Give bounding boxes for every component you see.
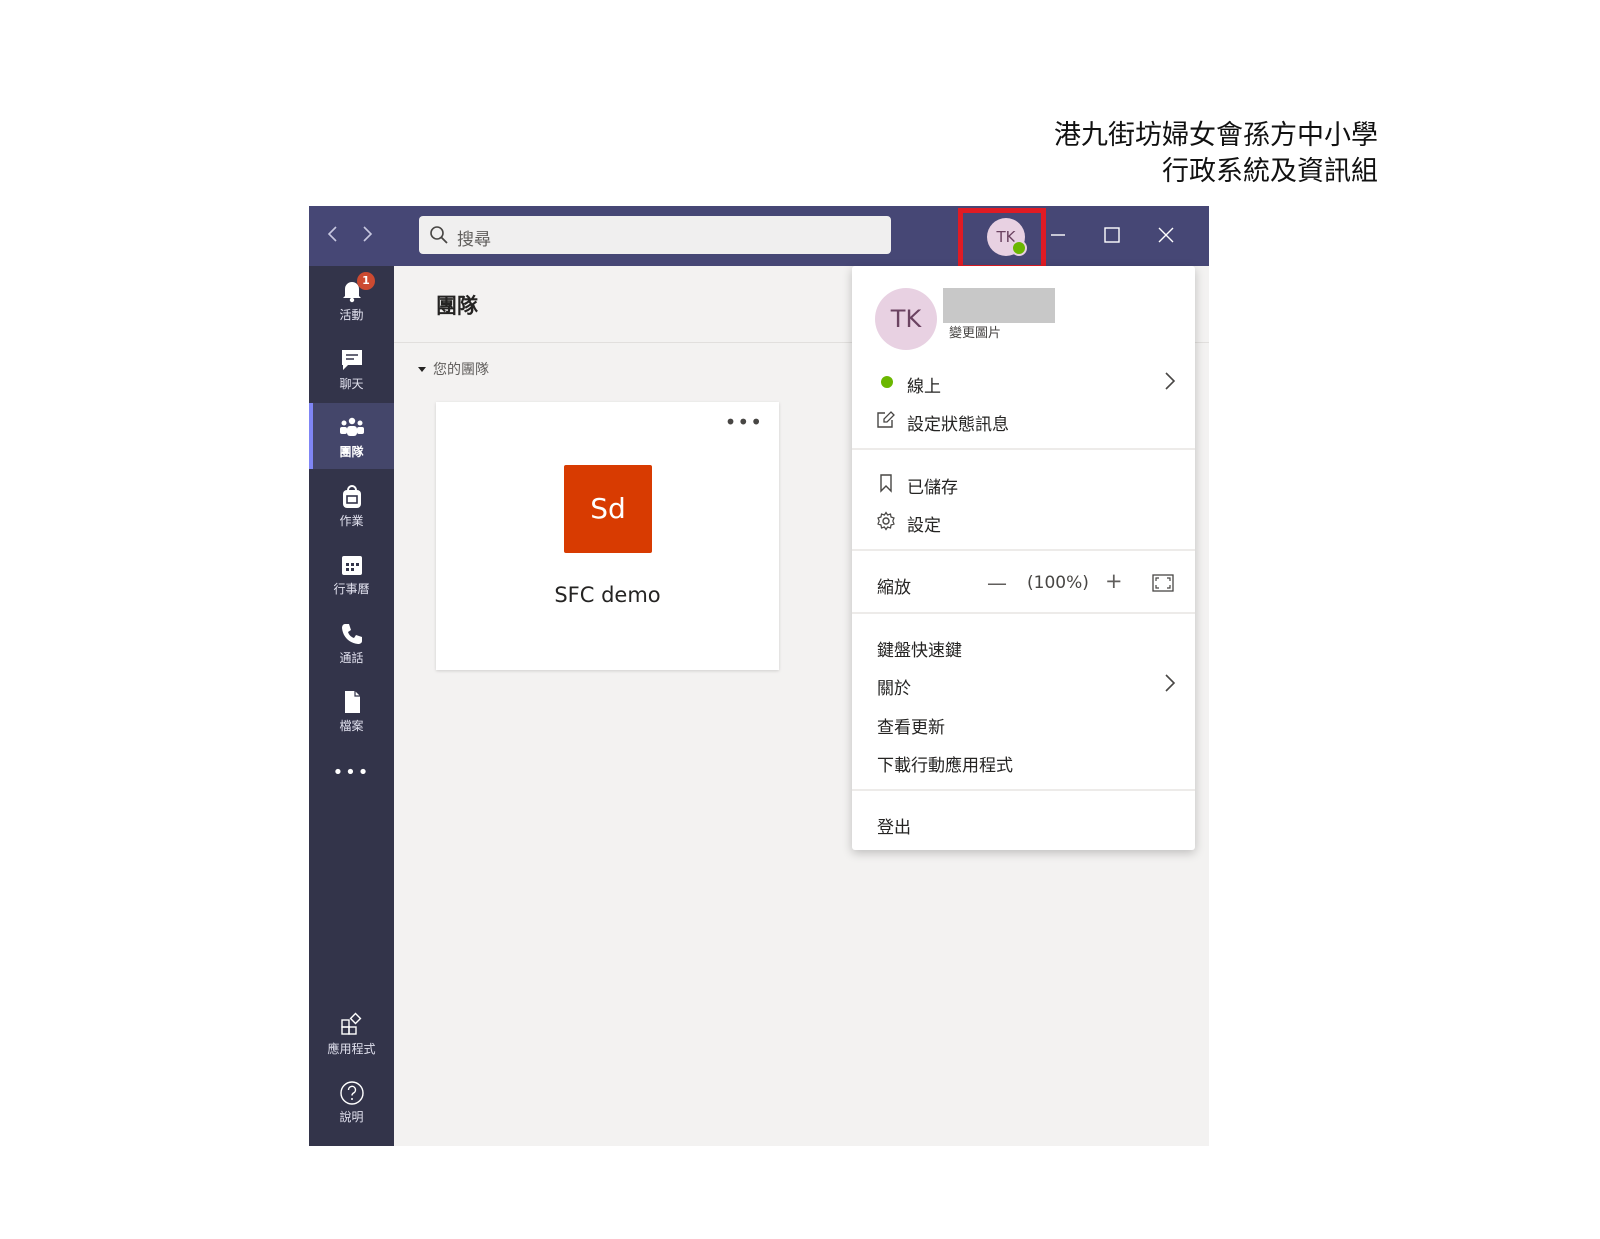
set-status-message-label: 設定狀態訊息: [907, 415, 1009, 435]
fit-screen-icon[interactable]: [1152, 574, 1174, 592]
divider: [852, 448, 1195, 450]
page-title: 團隊: [436, 294, 478, 318]
team-avatar: Sd: [564, 465, 652, 553]
help-icon: [339, 1080, 365, 1106]
redacted-name: [943, 288, 1055, 323]
zoom-row: 縮放 — (100%) +: [852, 565, 1195, 601]
set-status-message-item[interactable]: 設定狀態訊息: [852, 402, 1195, 438]
status-label: 線上: [907, 377, 941, 397]
zoom-in-button[interactable]: +: [1105, 569, 1123, 593]
rail-label: 通話: [339, 651, 364, 665]
gear-icon: [876, 511, 896, 531]
calendar-icon: [339, 552, 365, 578]
download-mobile-item[interactable]: 下載行動應用程式: [852, 743, 1195, 779]
ellipsis-icon: •••: [332, 762, 371, 783]
download-mobile-label: 下載行動應用程式: [877, 756, 1013, 776]
chevron-left-icon[interactable]: [323, 222, 343, 246]
rail-item-assignments[interactable]: 作業: [309, 472, 394, 538]
settings-item[interactable]: 設定: [852, 503, 1195, 539]
sign-out-label: 登出: [877, 818, 911, 838]
rail-item-help[interactable]: 說明: [309, 1068, 394, 1134]
zoom-value: (100%): [1027, 573, 1089, 593]
page-heading-line1: 港九街坊婦女會孫方中小學: [1054, 120, 1378, 151]
rail-item-files[interactable]: 檔案: [309, 677, 394, 743]
highlight-box: [958, 208, 1046, 270]
divider: [852, 612, 1195, 614]
more-options-icon[interactable]: •••: [725, 410, 763, 434]
notification-badge: 1: [357, 272, 375, 290]
rail-label: 檔案: [339, 719, 364, 733]
profile-avatar[interactable]: TK: [875, 288, 937, 350]
online-status-icon: [881, 376, 893, 388]
maximize-icon[interactable]: [1097, 220, 1127, 250]
rail-item-calls[interactable]: 通話: [309, 609, 394, 675]
phone-icon: [339, 621, 365, 647]
caret-down-icon: [418, 367, 426, 372]
divider: [852, 789, 1195, 791]
status-item[interactable]: 線上: [852, 364, 1195, 400]
rail-label: 團隊: [339, 445, 364, 459]
teams-window: 搜尋 TK 1 活動 聊天 團隊 作業 行事曆 通話 檔案 ••• 應用程式 說…: [309, 206, 1209, 1146]
keyboard-shortcuts-label: 鍵盤快速鍵: [877, 641, 962, 661]
zoom-out-button[interactable]: —: [987, 571, 1007, 595]
rail-label: 作業: [339, 514, 364, 528]
sign-out-item[interactable]: 登出: [852, 805, 1195, 841]
check-updates-label: 查看更新: [877, 718, 945, 738]
rail-item-apps[interactable]: 應用程式: [309, 1000, 394, 1066]
team-card[interactable]: ••• Sd SFC demo: [436, 402, 779, 670]
page-heading: 港九街坊婦女會孫方中小學 行政系統及資訊組: [1054, 118, 1378, 190]
about-item[interactable]: 關於: [852, 666, 1195, 702]
zoom-label: 縮放: [877, 578, 911, 598]
chevron-right-icon[interactable]: [357, 222, 377, 246]
chat-icon: [339, 347, 365, 373]
close-icon[interactable]: [1151, 220, 1181, 250]
settings-label: 設定: [907, 516, 941, 536]
saved-label: 已儲存: [907, 478, 958, 498]
app-rail: 1 活動 聊天 團隊 作業 行事曆 通話 檔案 ••• 應用程式 說明: [309, 266, 394, 1146]
change-picture-link[interactable]: 變更圖片: [949, 322, 1001, 341]
chevron-right-icon: [1163, 672, 1177, 694]
rail-item-teams[interactable]: 團隊: [309, 403, 394, 469]
about-label: 關於: [877, 679, 911, 699]
divider: [852, 549, 1195, 551]
page-heading-line2: 行政系統及資訊組: [1162, 156, 1378, 187]
edit-message-icon: [876, 410, 896, 430]
title-bar: 搜尋 TK: [309, 206, 1209, 270]
rail-label: 行事曆: [333, 582, 370, 596]
teams-icon: [339, 415, 365, 441]
rail-label: 應用程式: [327, 1042, 376, 1056]
file-icon: [339, 689, 365, 715]
rail-label: 活動: [339, 308, 364, 322]
rail-label: 聊天: [339, 377, 364, 391]
backpack-icon: [339, 484, 365, 510]
rail-item-calendar[interactable]: 行事曆: [309, 540, 394, 606]
search-input[interactable]: 搜尋: [419, 216, 891, 254]
rail-item-chat[interactable]: 聊天: [309, 335, 394, 401]
bookmark-icon: [876, 473, 896, 493]
rail-item-activity[interactable]: 1 活動: [309, 266, 394, 332]
section-label: 您的團隊: [433, 362, 489, 378]
search-icon: [429, 225, 449, 245]
your-teams-toggle[interactable]: 您的團隊: [417, 359, 489, 379]
profile-menu: TK 變更圖片 線上 設定狀態訊息 已儲存 設定 縮放 — (100%) + 鍵…: [852, 266, 1195, 850]
chevron-right-icon: [1163, 370, 1177, 392]
team-name: SFC demo: [554, 583, 661, 607]
rail-label: 說明: [339, 1110, 364, 1124]
apps-icon: [339, 1012, 365, 1038]
check-updates-item[interactable]: 查看更新: [852, 705, 1195, 741]
minimize-icon[interactable]: [1043, 220, 1073, 250]
saved-item[interactable]: 已儲存: [852, 465, 1195, 501]
more-apps-button[interactable]: •••: [309, 760, 394, 790]
keyboard-shortcuts-item[interactable]: 鍵盤快速鍵: [852, 628, 1195, 664]
search-placeholder: 搜尋: [457, 230, 491, 250]
